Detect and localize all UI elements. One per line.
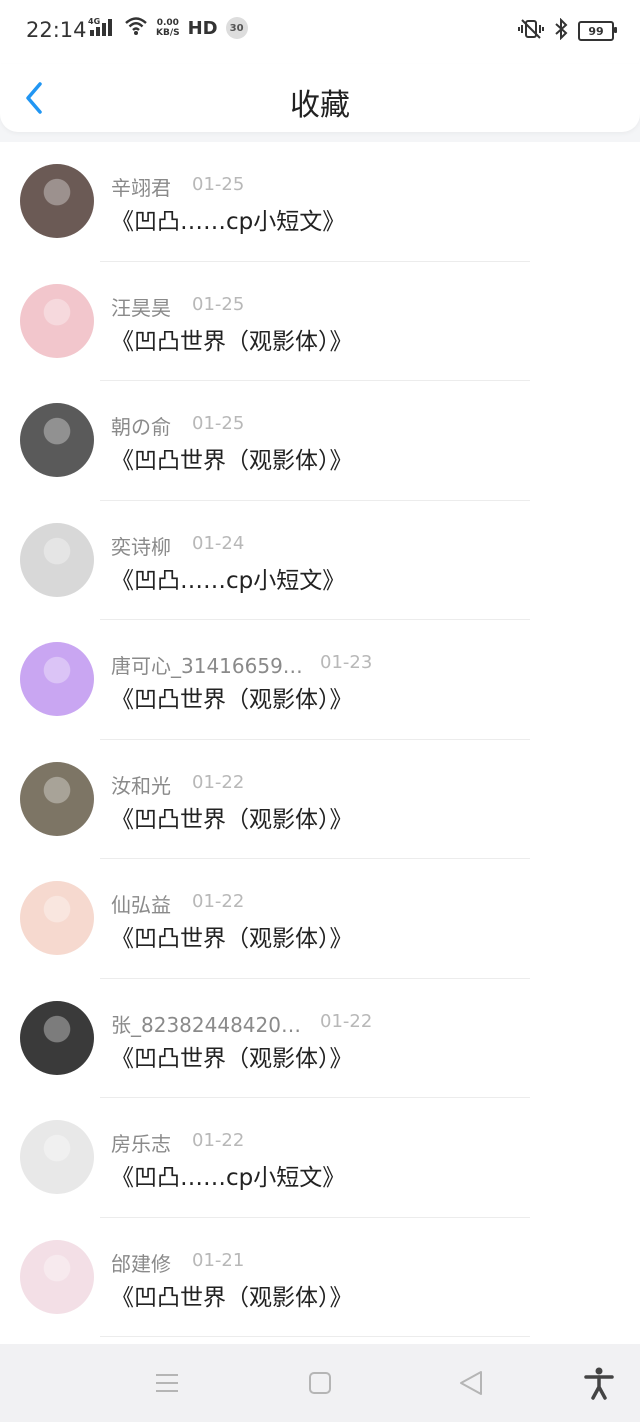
author-name: 辛翊君 — [111, 176, 171, 200]
back-triangle-icon — [460, 1371, 482, 1395]
home-button[interactable] — [303, 1366, 337, 1400]
page-header: 收藏 — [0, 64, 640, 132]
favorite-item[interactable]: 唐可心_31416659… 01-23 《凹凸世界（观影体）》 — [0, 620, 640, 740]
favorites-list: 辛翊君 01-25 《凹凸……cp小短文》 汪昊昊 01-25 《凹凸世界（观影体）》 朝の… — [0, 142, 640, 1344]
author-name: 邰建修 — [111, 1251, 171, 1276]
avatar[interactable] — [20, 1000, 94, 1075]
article-title[interactable]: 《凹凸世界（观影体）》 — [111, 800, 353, 834]
favorite-date: 01-24 — [192, 532, 245, 554]
favorite-item[interactable]: 朝の俞 01-25 《凹凸世界（观影体）》 — [0, 381, 640, 501]
battery-level: 99 — [588, 24, 604, 38]
page-title: 收藏 — [290, 88, 350, 123]
article-title[interactable]: 《凹凸世界（观影体）》 — [111, 1278, 353, 1312]
avatar[interactable] — [20, 522, 94, 597]
vibrate-off-icon — [518, 18, 544, 44]
avatar[interactable] — [20, 881, 94, 955]
avatar[interactable] — [20, 761, 94, 836]
favorite-item[interactable]: 汪昊昊 01-25 《凹凸世界（观影体）》 — [0, 262, 640, 381]
bluetooth-icon — [554, 17, 568, 44]
cellular-signal-icon: 4G — [88, 16, 116, 40]
article-title[interactable]: 《凹凸……cp小短文》 — [111, 202, 345, 236]
accessibility-icon — [584, 1367, 614, 1400]
home-square-icon — [309, 1372, 331, 1394]
favorite-item[interactable]: 辛翊君 01-25 《凹凸……cp小短文》 — [0, 142, 640, 262]
favorite-date: 01-21 — [192, 1249, 245, 1271]
favorite-date: 01-22 — [192, 891, 245, 912]
network-speed-value: 0.00 — [156, 18, 179, 28]
accessibility-button[interactable] — [582, 1366, 616, 1400]
favorite-date: 01-22 — [192, 771, 245, 793]
author-name: 汝和光 — [111, 773, 171, 798]
article-title[interactable]: 《凹凸世界（观影体）》 — [111, 1039, 353, 1073]
hd-indicator: HD — [187, 17, 218, 39]
article-title[interactable]: 《凹凸世界（观影体）》 — [111, 919, 353, 953]
favorite-date: 01-22 — [320, 1010, 373, 1032]
article-title[interactable]: 《凹凸世界（观影体）》 — [111, 322, 353, 356]
author-name: 仙弘益 — [111, 893, 171, 917]
author-name: 张_82382448420… — [111, 1012, 301, 1037]
author-name: 奕诗柳 — [111, 534, 171, 559]
system-navigation-bar — [0, 1344, 640, 1422]
author-name: 唐可心_31416659… — [111, 654, 303, 678]
favorite-item[interactable]: 张_82382448420… 01-22 《凹凸世界（观影体）》 — [0, 979, 640, 1098]
favorite-item[interactable]: 汝和光 01-22 《凹凸世界（观影体）》 — [0, 740, 640, 859]
avatar[interactable] — [20, 164, 94, 238]
favorite-date: 01-25 — [192, 174, 245, 195]
favorite-item[interactable]: 仙弘益 01-22 《凹凸世界（观影体）》 — [0, 859, 640, 979]
favorite-date: 01-25 — [192, 413, 245, 434]
favorite-item[interactable]: 房乐志 01-22 《凹凸……cp小短文》 — [0, 1098, 640, 1218]
favorite-date: 01-25 — [192, 293, 245, 315]
notification-badge: 30 — [225, 17, 248, 39]
favorite-date: 01-23 — [320, 652, 373, 673]
favorite-item[interactable]: 邰建修 01-21 《凹凸世界（观影体）》 — [0, 1218, 640, 1337]
favorite-date: 01-22 — [192, 1130, 245, 1151]
status-left-icons: 4G 0.00 KB/S HD 30 — [88, 16, 248, 40]
status-bar: 22:14 4G 0.00 KB/S HD 30 99 — [0, 0, 640, 64]
network-speed: 0.00 KB/S — [156, 18, 180, 38]
menu-button[interactable] — [150, 1366, 184, 1400]
author-name: 房乐志 — [111, 1132, 171, 1156]
network-speed-unit: KB/S — [156, 28, 180, 38]
author-name: 汪昊昊 — [111, 295, 171, 320]
avatar[interactable] — [20, 642, 94, 716]
article-title[interactable]: 《凹凸……cp小短文》 — [111, 1158, 345, 1192]
menu-icon — [156, 1374, 178, 1392]
status-time: 22:14 — [26, 18, 87, 42]
author-name: 朝の俞 — [111, 415, 171, 439]
favorite-item[interactable]: 奕诗柳 01-24 《凹凸……cp小短文》 — [0, 501, 640, 620]
wifi-icon — [124, 16, 148, 40]
article-title[interactable]: 《凹凸世界（观影体）》 — [111, 441, 353, 475]
article-title[interactable]: 《凹凸世界（观影体）》 — [111, 680, 353, 714]
battery-icon: 99 — [578, 21, 617, 41]
status-right-icons: 99 — [518, 17, 617, 44]
divider — [100, 1336, 530, 1337]
avatar[interactable] — [20, 1120, 94, 1194]
avatar[interactable] — [20, 403, 94, 477]
network-type-label: 4G — [88, 17, 100, 26]
avatar[interactable] — [20, 283, 94, 358]
article-title[interactable]: 《凹凸……cp小短文》 — [111, 561, 345, 595]
back-nav-button[interactable] — [455, 1366, 489, 1400]
avatar[interactable] — [20, 1239, 94, 1314]
